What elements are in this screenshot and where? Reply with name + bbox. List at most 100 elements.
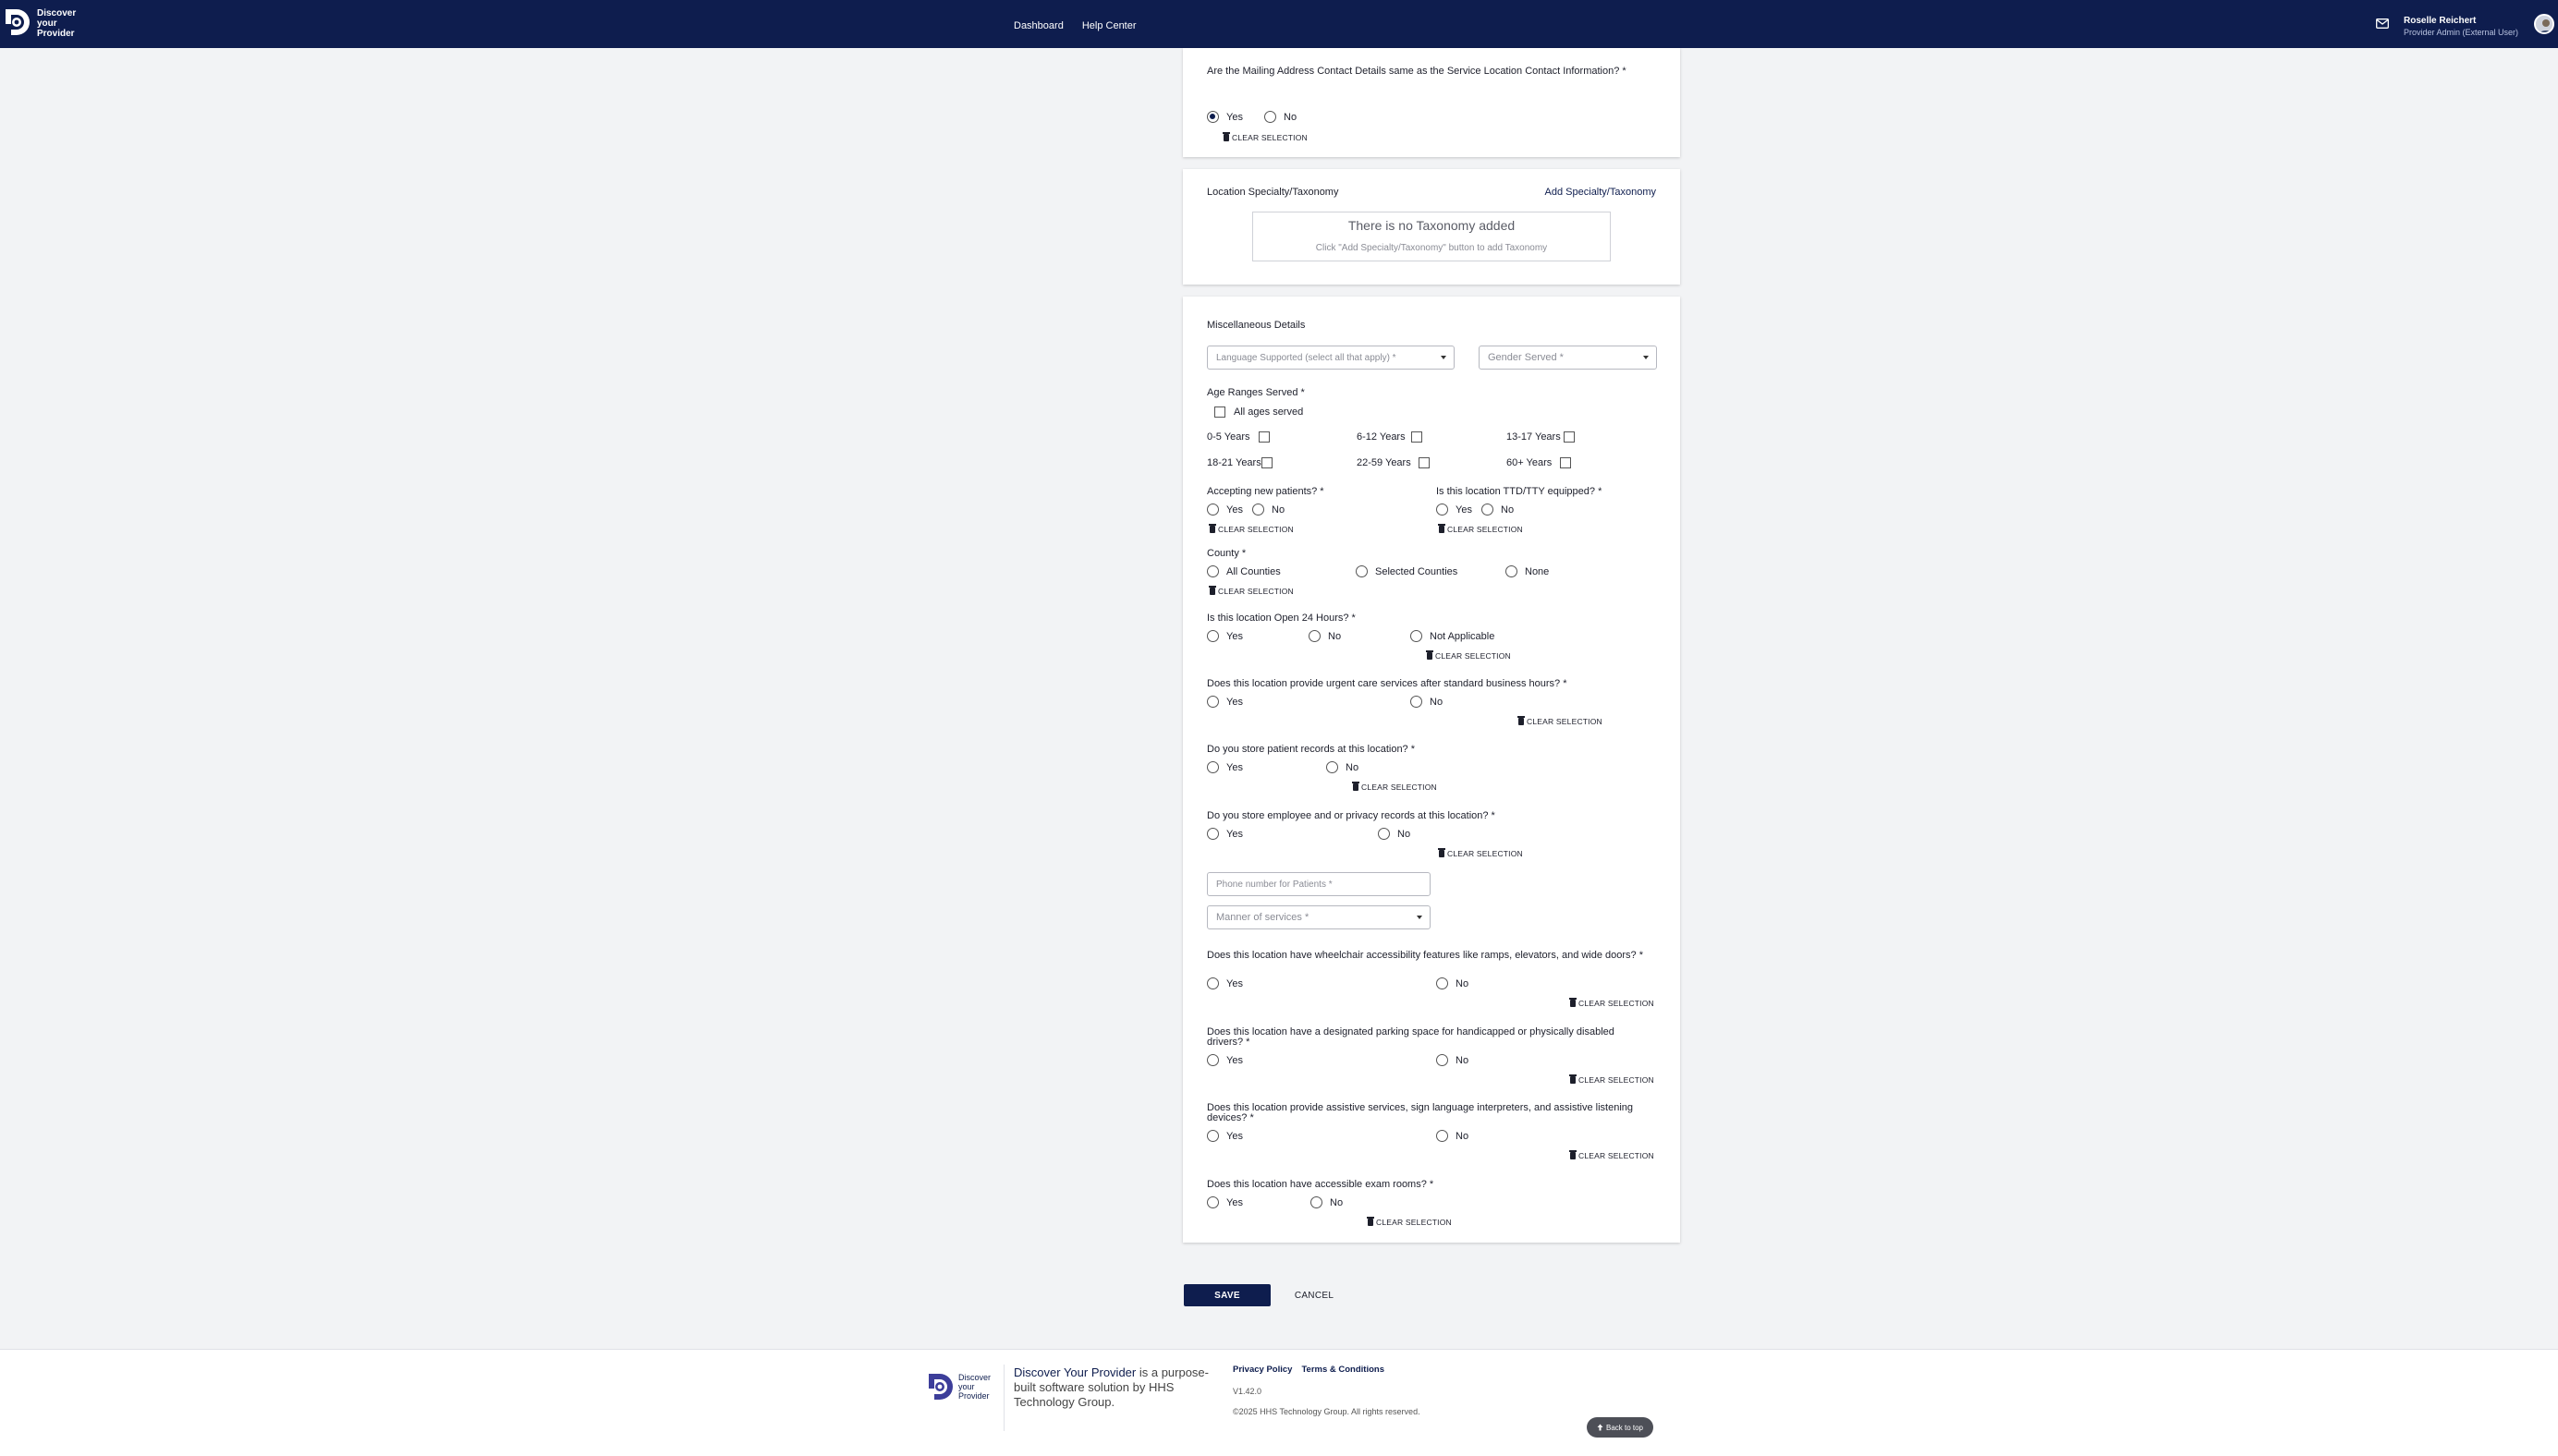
radio-label: Yes (1226, 761, 1243, 773)
county-none-radio[interactable]: None (1505, 565, 1549, 577)
parking-no-radio[interactable]: No (1436, 1054, 1468, 1066)
trash-icon (1517, 716, 1525, 725)
accepting-clear-selection[interactable]: CLEAR SELECTION (1209, 524, 1294, 534)
records-yes-radio[interactable]: Yes (1207, 761, 1243, 773)
arrow-up-icon (1597, 1424, 1603, 1431)
accepting-patients-question: Accepting new patients? * (1207, 486, 1324, 497)
urgent-clear-selection[interactable]: CLEAR SELECTION (1517, 716, 1602, 726)
mailing-yes-radio[interactable]: Yes (1207, 111, 1243, 123)
copyright: ©2025 HHS Technology Group. All rights r… (1233, 1407, 1420, 1416)
radio-icon (1436, 977, 1448, 989)
mailing-clear-selection[interactable]: CLEAR SELECTION (1223, 132, 1308, 142)
open-24-no-radio[interactable]: No (1309, 630, 1341, 642)
trash-icon (1438, 848, 1445, 857)
accepting-yes-radio[interactable]: Yes (1207, 504, 1243, 516)
radio-label: No (1272, 504, 1285, 516)
age-checkbox-22-59[interactable] (1419, 457, 1430, 468)
patient-records-question: Do you store patient records at this loc… (1207, 744, 1416, 755)
radio-icon (1505, 565, 1517, 577)
back-to-top-button[interactable]: Back to top (1587, 1417, 1653, 1438)
radio-label: Yes (1226, 630, 1243, 642)
exam-rooms-question: Does this location have accessible exam … (1207, 1179, 1434, 1190)
manner-of-services-select[interactable]: Manner of services * (1207, 905, 1431, 929)
open-24-yes-radio[interactable]: Yes (1207, 630, 1243, 642)
ttd-yes-radio[interactable]: Yes (1436, 504, 1472, 516)
clear-label: CLEAR SELECTION (1527, 717, 1602, 726)
county-clear-selection[interactable]: CLEAR SELECTION (1209, 586, 1294, 596)
age-checkbox-13-17[interactable] (1564, 431, 1575, 443)
records-no-radio[interactable]: No (1326, 761, 1358, 773)
terms-link[interactable]: Terms & Conditions (1301, 1365, 1384, 1375)
age-label-6-12: 6-12 Years (1357, 431, 1406, 443)
privacy-no-radio[interactable]: No (1378, 828, 1410, 840)
exam-yes-radio[interactable]: Yes (1207, 1196, 1243, 1208)
footer-brand: Discover Your Provider (1014, 1365, 1137, 1379)
radio-icon (1207, 1054, 1219, 1066)
footer-description: Discover Your Provider is a purpose-buil… (1014, 1365, 1210, 1410)
manner-placeholder: Manner of services * (1216, 912, 1309, 923)
radio-label: Yes (1226, 111, 1243, 123)
assistive-clear-selection[interactable]: CLEAR SELECTION (1569, 1150, 1654, 1160)
ttd-no-radio[interactable]: No (1481, 504, 1514, 516)
age-checkbox-18-21[interactable] (1261, 457, 1273, 468)
privacy-clear-selection[interactable]: CLEAR SELECTION (1438, 848, 1523, 858)
privacy-policy-link[interactable]: Privacy Policy (1233, 1365, 1292, 1375)
user-name: Roselle Reichert (2404, 16, 2477, 26)
parking-yes-radio[interactable]: Yes (1207, 1054, 1243, 1066)
wheelchair-no-radio[interactable]: No (1436, 977, 1468, 989)
trash-icon (1209, 524, 1216, 533)
exam-clear-selection[interactable]: CLEAR SELECTION (1367, 1217, 1452, 1227)
avatar[interactable] (2534, 14, 2554, 34)
save-button[interactable]: SAVE (1184, 1284, 1271, 1306)
parking-clear-selection[interactable]: CLEAR SELECTION (1569, 1074, 1654, 1085)
privacy-yes-radio[interactable]: Yes (1207, 828, 1243, 840)
trash-icon (1426, 650, 1433, 660)
assistive-yes-radio[interactable]: Yes (1207, 1130, 1243, 1142)
chevron-down-icon (1417, 916, 1422, 919)
exam-no-radio[interactable]: No (1310, 1196, 1343, 1208)
radio-icon (1326, 761, 1338, 773)
urgent-no-radio[interactable]: No (1410, 696, 1443, 708)
assistive-no-radio[interactable]: No (1436, 1130, 1468, 1142)
phone-number-input[interactable]: Phone number for Patients * (1207, 872, 1431, 896)
radio-icon (1356, 565, 1368, 577)
radio-label: Selected Counties (1375, 565, 1458, 577)
gender-select[interactable]: Gender Served * (1479, 346, 1657, 370)
app-logo[interactable]: Discover your Provider (4, 7, 76, 39)
radio-icon (1207, 1196, 1219, 1208)
all-ages-checkbox[interactable] (1214, 406, 1225, 418)
ttd-clear-selection[interactable]: CLEAR SELECTION (1438, 524, 1523, 534)
records-clear-selection[interactable]: CLEAR SELECTION (1352, 782, 1437, 792)
clear-label: CLEAR SELECTION (1232, 133, 1308, 142)
age-checkbox-0-5[interactable] (1259, 431, 1270, 443)
mailing-no-radio[interactable]: No (1264, 111, 1297, 123)
accepting-no-radio[interactable]: No (1252, 504, 1285, 516)
nav-help-center[interactable]: Help Center (1082, 20, 1137, 31)
radio-icon (1207, 565, 1219, 577)
age-label-13-17: 13-17 Years (1506, 431, 1561, 443)
age-checkbox-60-plus[interactable] (1560, 457, 1571, 468)
back-to-top-label: Back to top (1605, 1423, 1644, 1432)
radio-icon (1264, 111, 1276, 123)
wheelchair-yes-radio[interactable]: Yes (1207, 977, 1243, 989)
radio-label: No (1346, 761, 1359, 773)
cancel-button[interactable]: CANCEL (1287, 1284, 1341, 1306)
logo-text: Discover your Provider (37, 8, 76, 39)
open-24-na-radio[interactable]: Not Applicable (1410, 630, 1494, 642)
wheelchair-clear-selection[interactable]: CLEAR SELECTION (1569, 998, 1654, 1008)
nav-dashboard[interactable]: Dashboard (1014, 20, 1064, 31)
age-checkbox-6-12[interactable] (1411, 431, 1422, 443)
urgent-yes-radio[interactable]: Yes (1207, 696, 1243, 708)
add-taxonomy-link[interactable]: Add Specialty/Taxonomy (1545, 187, 1656, 198)
radio-label: Yes (1226, 504, 1243, 516)
user-info[interactable]: Roselle Reichert Provider Admin (Externa… (2404, 16, 2518, 37)
all-ages-label: All ages served (1234, 406, 1304, 418)
county-all-radio[interactable]: All Counties (1207, 565, 1281, 577)
radio-label: Yes (1226, 1130, 1243, 1142)
parking-question: Does this location have a designated par… (1207, 1026, 1614, 1048)
open-24-clear-selection[interactable]: CLEAR SELECTION (1426, 650, 1511, 661)
taxonomy-empty-state: There is no Taxonomy added Click "Add Sp… (1252, 212, 1611, 261)
language-select[interactable]: Language Supported (select all that appl… (1207, 346, 1455, 370)
mail-icon[interactable] (2376, 18, 2389, 29)
county-selected-radio[interactable]: Selected Counties (1356, 565, 1457, 577)
